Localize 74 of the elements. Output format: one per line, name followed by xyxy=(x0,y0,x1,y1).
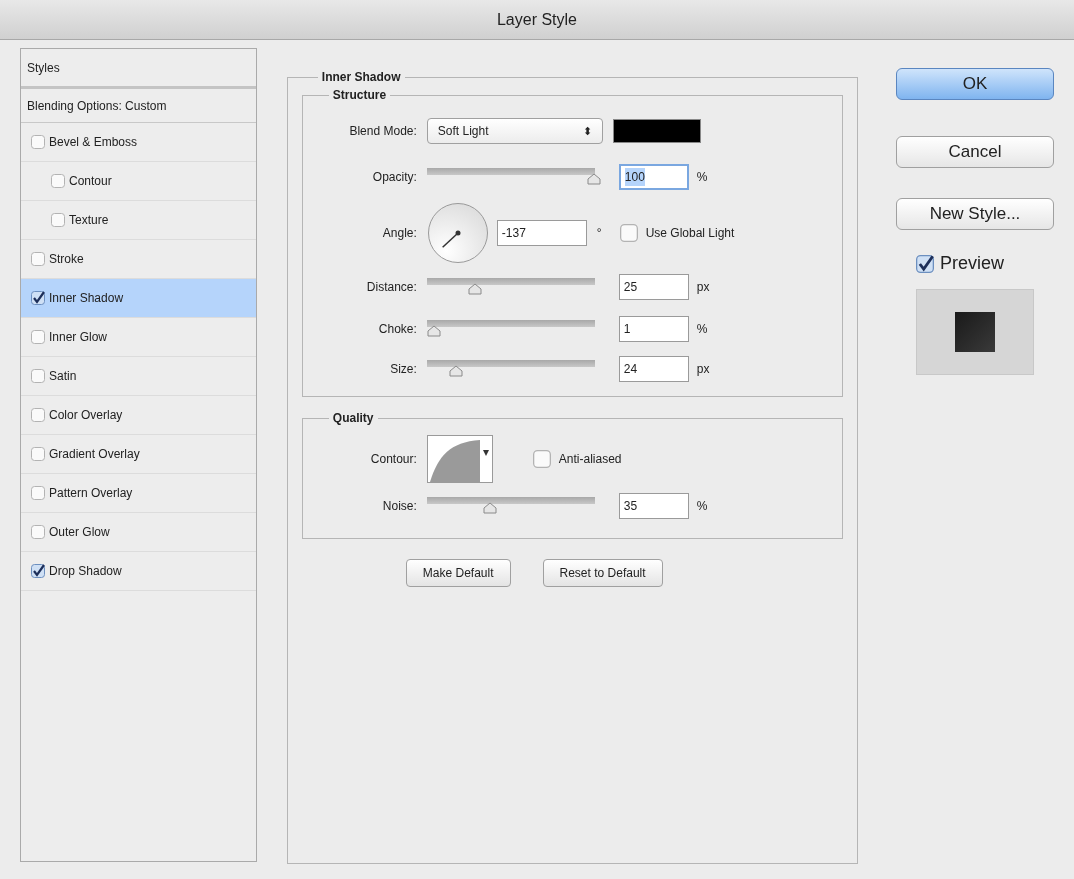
button[interactable]: OK xyxy=(896,68,1054,100)
section-title: Inner Shadow xyxy=(320,69,402,86)
field-label: Opacity: xyxy=(371,169,418,186)
field-label: Noise: xyxy=(381,498,418,515)
item-label: Texture xyxy=(69,212,109,229)
field-label: Angle: xyxy=(381,225,418,242)
checkbox[interactable] xyxy=(31,252,45,266)
caret-icon xyxy=(482,450,489,456)
section-title: Structure xyxy=(331,87,388,104)
field-label: Distance: xyxy=(365,279,418,296)
checkbox-label: Preview xyxy=(940,252,1005,275)
field-label: Size: xyxy=(389,361,418,378)
button[interactable]: Reset to Default xyxy=(542,559,663,587)
unit-label: px xyxy=(696,361,710,378)
panel-header: Styles xyxy=(27,59,60,77)
checkbox[interactable] xyxy=(532,450,551,468)
preview-swatch xyxy=(955,312,995,352)
checkbox[interactable] xyxy=(31,330,45,344)
dropdown-arrows-icon: ⬍ xyxy=(582,122,592,140)
checkbox-label: Use Global Light xyxy=(645,225,735,242)
button[interactable]: Cancel xyxy=(896,136,1054,168)
checkbox[interactable] xyxy=(31,525,45,539)
checkbox[interactable] xyxy=(619,224,638,242)
button[interactable]: Make Default xyxy=(405,559,511,587)
checkbox[interactable] xyxy=(51,213,65,227)
checkbox[interactable] xyxy=(31,135,45,149)
item-label: Satin xyxy=(49,368,77,385)
input-field[interactable]: 35 xyxy=(618,493,689,519)
unit-label: % xyxy=(696,321,708,338)
item-label: Inner Glow xyxy=(49,329,108,346)
unit-label: % xyxy=(696,169,708,186)
item-label: Bevel & Emboss xyxy=(49,134,138,151)
section-title: Quality xyxy=(331,410,375,427)
button[interactable]: New Style... xyxy=(896,198,1054,230)
item-label: Outer Glow xyxy=(49,524,110,541)
checkbox[interactable] xyxy=(31,408,45,422)
item-label: Stroke xyxy=(49,251,84,268)
angle-dial[interactable] xyxy=(426,202,489,264)
item-label: Contour xyxy=(69,173,112,190)
slider-thumb[interactable] xyxy=(449,365,464,377)
input-field[interactable]: 1 xyxy=(618,316,689,342)
field-label: Blend Mode: xyxy=(348,123,418,140)
checkbox[interactable] xyxy=(916,254,934,273)
slider-thumb[interactable] xyxy=(482,502,497,514)
contour-picker[interactable] xyxy=(426,435,493,483)
checkbox[interactable] xyxy=(31,369,45,383)
slider-thumb[interactable] xyxy=(426,325,441,337)
dropdown[interactable]: Soft Light ⬍ xyxy=(426,118,603,144)
item-label: Gradient Overlay xyxy=(49,446,140,463)
input-field[interactable]: 24 xyxy=(618,356,689,382)
checkbox[interactable] xyxy=(31,564,45,578)
checkbox[interactable] xyxy=(31,291,45,305)
unit-label: ° xyxy=(596,225,602,242)
field-label: Contour: xyxy=(369,451,418,468)
item-label: Color Overlay xyxy=(49,407,123,424)
slider-thumb[interactable] xyxy=(586,173,601,185)
list-item[interactable]: Inner Shadow xyxy=(21,279,256,318)
input-field[interactable]: -137 xyxy=(496,220,587,246)
unit-label: px xyxy=(696,279,710,296)
item-label: Drop Shadow xyxy=(49,563,122,580)
item-label: Pattern Overlay xyxy=(49,485,133,502)
input-field[interactable]: 100 xyxy=(618,164,689,190)
list-item[interactable]: Blending Options: Custom xyxy=(27,96,167,115)
input-field[interactable]: 25 xyxy=(618,274,689,300)
checkbox-label: Anti-aliased xyxy=(558,451,622,468)
unit-label: % xyxy=(696,498,708,515)
item-label: Inner Shadow xyxy=(49,290,124,307)
field-label: Choke: xyxy=(377,321,418,338)
slider-thumb[interactable] xyxy=(468,283,483,295)
checkbox[interactable] xyxy=(31,447,45,461)
color-swatch[interactable] xyxy=(612,119,701,143)
window-title: Layer Style xyxy=(496,9,577,30)
checkbox[interactable] xyxy=(31,486,45,500)
checkbox[interactable] xyxy=(51,174,65,188)
